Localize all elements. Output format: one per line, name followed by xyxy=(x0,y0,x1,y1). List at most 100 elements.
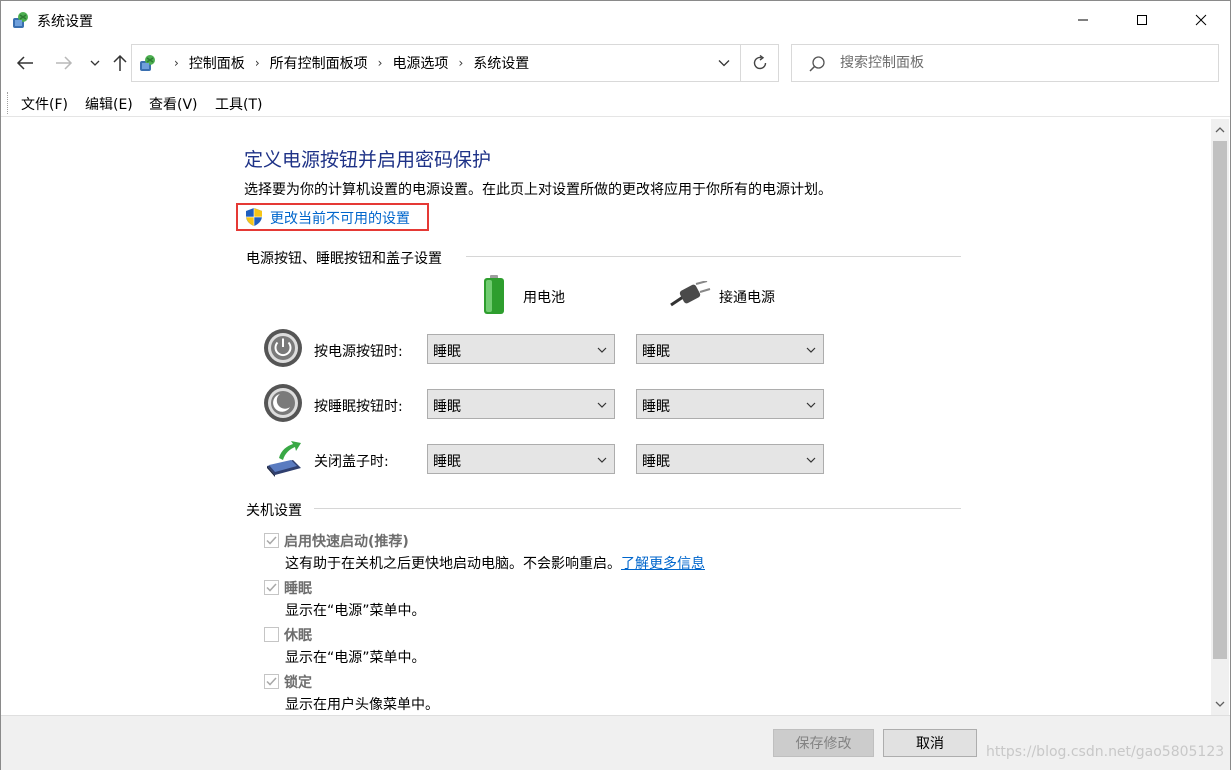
chevron-right-icon[interactable]: › xyxy=(255,56,260,70)
chevron-up-icon xyxy=(1215,127,1225,133)
battery-column-label: 用电池 xyxy=(523,290,565,306)
shutdown-section-title: 关机设置 xyxy=(246,503,302,519)
arrow-up-icon xyxy=(113,54,127,71)
scroll-down-button[interactable] xyxy=(1211,693,1229,715)
recent-locations-button[interactable] xyxy=(83,51,107,75)
watermark: https://blog.csdn.net/gao5805123 xyxy=(986,744,1225,760)
select-value: 睡眠 xyxy=(642,344,670,360)
address-history-dropdown[interactable] xyxy=(709,45,739,81)
content-area: 定义电源按钮并启用密码保护 选择要为你的计算机设置的电源设置。在此页上对设置所做… xyxy=(1,119,1210,715)
menu-bar: 文件(F) 编辑(E) 查看(V) 工具(T) xyxy=(1,89,1230,117)
arrow-left-icon xyxy=(16,56,33,70)
chevron-right-icon: › xyxy=(174,56,179,70)
breadcrumb-item[interactable]: 系统设置 xyxy=(473,53,529,73)
power-button-label: 按电源按钮时: xyxy=(314,344,403,360)
chevron-down-icon xyxy=(1215,701,1225,707)
chevron-down-icon xyxy=(806,457,816,463)
arrow-right-icon xyxy=(56,56,73,70)
power-plug-icon xyxy=(670,281,711,307)
window: 系统设置 › 控制面板 › 所有控制面板项 › 电源选项 › 系统设置 搜索控制… xyxy=(0,0,1231,770)
chevron-down-icon xyxy=(718,60,730,67)
chevron-down-icon xyxy=(597,402,607,408)
checkmark-icon xyxy=(266,536,277,545)
lid-close-label: 关闭盖子时: xyxy=(314,454,389,470)
up-button[interactable] xyxy=(108,51,132,75)
hibernate-checkbox[interactable] xyxy=(264,627,279,642)
lid-close-plugged-select[interactable]: 睡眠 xyxy=(636,444,824,474)
menu-tools[interactable]: 工具(T) xyxy=(215,94,262,114)
select-value: 睡眠 xyxy=(433,399,461,415)
uac-shield-icon xyxy=(246,208,262,226)
fast-startup-checkbox[interactable] xyxy=(264,533,279,548)
scroll-thumb[interactable] xyxy=(1213,141,1227,659)
sleep-checkbox[interactable] xyxy=(264,580,279,595)
lock-label: 锁定 xyxy=(284,675,312,691)
sleep-button-icon xyxy=(264,384,302,422)
maximize-icon xyxy=(1137,15,1147,25)
sleep-button-label: 按睡眠按钮时: xyxy=(314,399,403,415)
chevron-down-icon xyxy=(806,402,816,408)
vertical-scrollbar[interactable] xyxy=(1211,119,1229,715)
close-icon xyxy=(1195,14,1207,26)
close-button[interactable] xyxy=(1172,1,1230,39)
checkmark-icon xyxy=(266,583,277,592)
power-button-icon xyxy=(264,329,302,367)
lid-close-battery-select[interactable]: 睡眠 xyxy=(427,444,615,474)
description-text: 这有助于在关机之后更快地启动电脑。不会影响重启。 xyxy=(285,556,621,572)
sleep-label: 睡眠 xyxy=(284,581,312,597)
section-divider xyxy=(314,508,961,509)
learn-more-link[interactable]: 了解更多信息 xyxy=(621,556,705,572)
minimize-button[interactable] xyxy=(1054,1,1112,39)
navigation-bar: › 控制面板 › 所有控制面板项 › 电源选项 › 系统设置 xyxy=(1,41,1230,85)
breadcrumb-item[interactable]: 所有控制面板项 xyxy=(270,53,368,73)
chevron-down-icon xyxy=(597,457,607,463)
search-input[interactable] xyxy=(840,45,1210,81)
sleep-button-plugged-select[interactable]: 睡眠 xyxy=(636,389,824,419)
hibernate-description: 显示在“电源”菜单中。 xyxy=(285,650,426,666)
refresh-icon xyxy=(753,55,766,70)
menu-edit[interactable]: 编辑(E) xyxy=(85,94,133,114)
menu-view[interactable]: 查看(V) xyxy=(149,94,198,114)
save-button[interactable]: 保存修改 xyxy=(773,729,874,757)
scroll-up-button[interactable] xyxy=(1211,119,1229,141)
search-icon xyxy=(809,56,825,72)
change-unavailable-settings-link[interactable]: 更改当前不可用的设置 xyxy=(270,208,410,228)
page-title: 定义电源按钮并启用密码保护 xyxy=(244,149,492,171)
chevron-down-icon xyxy=(806,347,816,353)
select-value: 睡眠 xyxy=(433,454,461,470)
power-section-title: 电源按钮、睡眠按钮和盖子设置 xyxy=(246,251,442,267)
laptop-lid-icon xyxy=(267,441,301,477)
breadcrumb-item[interactable]: 电源选项 xyxy=(392,53,448,73)
select-value: 睡眠 xyxy=(433,344,461,360)
back-button[interactable] xyxy=(13,51,37,75)
cancel-button[interactable]: 取消 xyxy=(883,729,977,757)
breadcrumb: › 控制面板 › 所有控制面板项 › 电源选项 › 系统设置 xyxy=(164,45,529,81)
maximize-button[interactable] xyxy=(1113,1,1171,39)
address-bar[interactable]: › 控制面板 › 所有控制面板项 › 电源选项 › 系统设置 xyxy=(131,44,779,82)
power-button-plugged-select[interactable]: 睡眠 xyxy=(636,334,824,364)
title-bar: 系统设置 xyxy=(1,1,1230,39)
chevron-right-icon[interactable]: › xyxy=(458,56,463,70)
search-box xyxy=(791,44,1219,82)
menu-grip xyxy=(7,92,9,114)
forward-button[interactable] xyxy=(52,51,76,75)
sleep-button-battery-select[interactable]: 睡眠 xyxy=(427,389,615,419)
select-value: 睡眠 xyxy=(642,454,670,470)
power-button-battery-select[interactable]: 睡眠 xyxy=(427,334,615,364)
refresh-button[interactable] xyxy=(740,45,778,81)
menu-file[interactable]: 文件(F) xyxy=(21,94,68,114)
fast-startup-description: 这有助于在关机之后更快地启动电脑。不会影响重启。了解更多信息 xyxy=(285,553,705,573)
battery-icon xyxy=(484,275,504,314)
sleep-description: 显示在“电源”菜单中。 xyxy=(285,603,426,619)
breadcrumb-item[interactable]: 控制面板 xyxy=(189,53,245,73)
page-description: 选择要为你的计算机设置的电源设置。在此页上对设置所做的更改将应用于你所有的电源计… xyxy=(244,182,832,198)
chevron-right-icon[interactable]: › xyxy=(378,56,383,70)
control-panel-icon xyxy=(13,12,28,28)
window-title: 系统设置 xyxy=(37,14,93,30)
lock-checkbox[interactable] xyxy=(264,674,279,689)
lock-description: 显示在用户头像菜单中。 xyxy=(285,697,439,713)
chevron-down-icon xyxy=(597,347,607,353)
select-value: 睡眠 xyxy=(642,399,670,415)
control-panel-icon xyxy=(140,55,155,71)
footer-bar: 保存修改 取消 https://blog.csdn.net/gao5805123 xyxy=(1,715,1230,770)
